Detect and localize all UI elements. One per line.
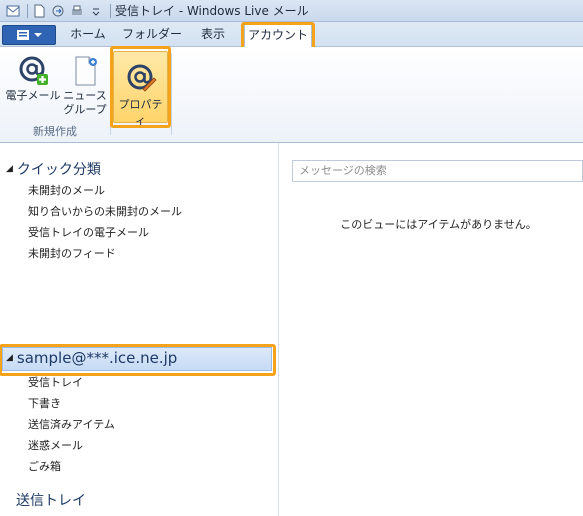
tab-folder[interactable]: フォルダー [118,22,186,47]
quick-view-inbox-mail[interactable]: 受信トレイの電子メール [28,224,149,240]
group-new-label: 新規作成 [33,125,77,138]
newsgroup-label-line2: グループ [63,103,107,116]
properties-icon [125,62,157,94]
properties-label: プロパティ [118,98,163,127]
tab-account[interactable]: アカウント [244,22,312,48]
tab-home[interactable]: ホーム [62,22,114,47]
email-account-icon [17,55,49,87]
search-input[interactable]: メッセージの検索 [292,160,583,182]
title-divider [110,3,111,18]
newsgroup-button[interactable]: ニュース グループ [62,55,108,117]
group-divider [110,53,111,135]
quick-view-unread-feeds[interactable]: 未開封のフィード [28,245,116,261]
quick-views-title: クイック分類 [16,162,101,178]
dropdown-icon[interactable] [89,4,103,18]
ribbon: 電子メール ニュース グループ 新規作成 プロパティ [0,47,583,143]
send-receive-icon[interactable] [51,4,65,18]
newsgroup-label-line1: ニュース [63,89,107,102]
newsgroup-icon [69,55,101,87]
folder-pane: ◢ クイック分類 未開封のメール 知り合いからの未開封のメール 受信トレイの電子… [0,143,279,516]
folder-junk[interactable]: 迷惑メール [28,437,83,453]
message-list-pane: メッセージの検索 このビューにはアイテムがありません。 [280,143,583,516]
folder-trash[interactable]: ごみ箱 [28,458,61,474]
window-title: 受信トレイ - Windows Live メール [115,4,309,18]
account-collapse-icon[interactable]: ◢ [6,353,13,363]
account-header[interactable]: ◢ sample@***.ice.ne.jp [6,349,177,367]
ribbon-tab-row: ホーム フォルダー 表示 アカウント [0,22,583,48]
tab-view[interactable]: 表示 [190,22,236,47]
folder-drafts[interactable]: 下書き [28,395,61,411]
group-divider-2 [171,53,172,135]
app-menu-button[interactable] [2,25,56,45]
new-icon[interactable] [32,4,46,18]
quick-access-toolbar [0,0,115,22]
toolbar-divider [27,3,28,18]
folder-sent[interactable]: 送信済みアイテム [28,416,115,432]
properties-button[interactable]: プロパティ [113,51,168,127]
title-bar: 受信トレイ - Windows Live メール [0,0,583,22]
outbox-folder[interactable]: 送信トレイ [16,490,86,510]
app-icon[interactable] [6,4,20,18]
email-button[interactable]: 電子メール [4,55,62,103]
account-name: sample@***.ice.ne.jp [16,349,178,367]
collapse-triangle-icon[interactable]: ◢ [6,164,13,174]
email-button-label: 電子メール [5,89,61,102]
print-icon[interactable] [70,4,84,18]
quick-view-unread-mail[interactable]: 未開封のメール [28,182,105,198]
empty-list-message: このビューにはアイテムがありません。 [340,218,537,231]
quick-views-header[interactable]: ◢ クイック分類 [6,159,101,179]
menu-icon [17,30,42,40]
quick-view-unread-contacts[interactable]: 知り合いからの未開封のメール [28,203,182,219]
folder-inbox[interactable]: 受信トレイ [28,374,83,390]
